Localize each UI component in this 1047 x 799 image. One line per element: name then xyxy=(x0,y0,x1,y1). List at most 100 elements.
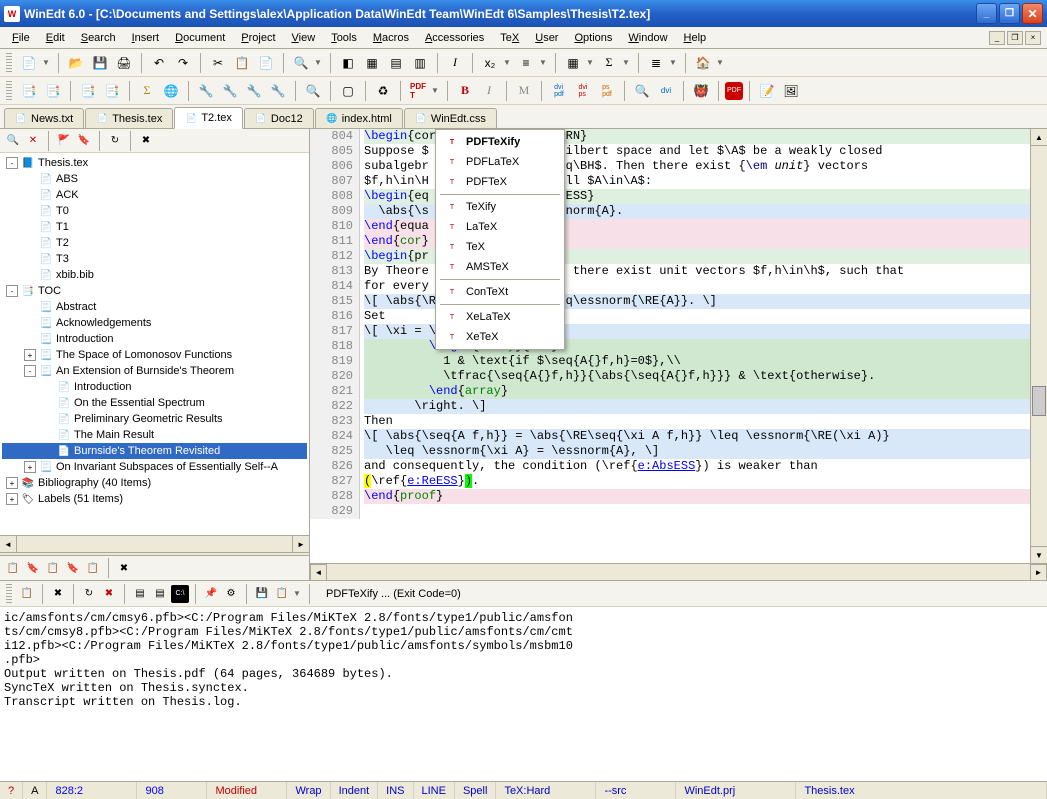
minimize-button[interactable]: _ xyxy=(976,3,997,24)
dropdown-item[interactable]: TTeXify xyxy=(438,197,562,217)
bottom-btn2[interactable]: 🔖 xyxy=(24,559,42,577)
menu-options[interactable]: Options xyxy=(566,30,620,46)
tree-node[interactable]: 📄T0 xyxy=(2,203,307,219)
globe-icon[interactable]: 🌐 xyxy=(160,80,182,102)
toggle1-button[interactable]: ◧ xyxy=(337,52,359,74)
hscroll-left[interactable]: ◄ xyxy=(0,536,17,552)
tree-node[interactable]: 📄T3 xyxy=(2,251,307,267)
dropdown-item[interactable]: TPDFTeXify xyxy=(438,132,562,152)
tree-btn2[interactable]: ✕ xyxy=(24,132,42,150)
mdi-minimize-button[interactable]: _ xyxy=(989,31,1005,45)
image-icon[interactable]: 🖼 xyxy=(780,80,802,102)
console-btn5[interactable]: ▤ xyxy=(151,585,169,603)
toggle2-button[interactable]: ▦ xyxy=(361,52,383,74)
status-line[interactable]: LINE xyxy=(414,782,455,799)
tree-close[interactable]: ✖ xyxy=(137,132,155,150)
tree-node[interactable]: 📄The Main Result xyxy=(2,427,307,443)
menu-tools[interactable]: Tools xyxy=(323,30,365,46)
dropdown-item[interactable]: TXeTeX xyxy=(438,327,562,347)
status-src[interactable]: --src xyxy=(596,782,676,799)
menu-search[interactable]: Search xyxy=(73,30,124,46)
tree-node[interactable]: -📘Thesis.tex xyxy=(2,155,307,171)
vertical-scrollbar[interactable]: ▲ ▼ xyxy=(1030,129,1047,563)
toggle4-button[interactable]: ▥ xyxy=(409,52,431,74)
tree-node[interactable]: 📄On the Essential Spectrum xyxy=(2,395,307,411)
console-opts[interactable]: ⚙ xyxy=(222,585,240,603)
redo-button[interactable]: ↷ xyxy=(172,52,194,74)
console-stop[interactable]: ✖ xyxy=(100,585,118,603)
tree-node[interactable]: 📃Abstract xyxy=(2,299,307,315)
tree-refresh[interactable]: ↻ xyxy=(106,132,124,150)
sub-button[interactable]: x₂ xyxy=(479,52,501,74)
new-button[interactable]: 📄 xyxy=(18,52,40,74)
italic-tex-button[interactable]: I xyxy=(478,80,500,102)
dvi-ps-icon[interactable]: dvips xyxy=(572,80,594,102)
home-button[interactable]: 🏠 xyxy=(692,52,714,74)
tree-node[interactable]: 📄Introduction xyxy=(2,379,307,395)
gs-icon[interactable]: 👹 xyxy=(690,80,712,102)
dropdown-item[interactable]: TLaTeX xyxy=(438,217,562,237)
save-button[interactable]: 💾 xyxy=(89,52,111,74)
status-indent[interactable]: Indent xyxy=(331,782,379,799)
tree-node[interactable]: 📄ABS xyxy=(2,171,307,187)
bold-button[interactable]: B xyxy=(454,80,476,102)
ps-pdf-icon[interactable]: pspdf xyxy=(596,80,618,102)
find-dropdown[interactable]: ▼ xyxy=(314,58,324,67)
horizontal-scrollbar[interactable]: ◄► xyxy=(310,563,1047,580)
console-btn4[interactable]: ▤ xyxy=(131,585,149,603)
editor-icon[interactable]: 📝 xyxy=(756,80,778,102)
hscroll-right[interactable]: ► xyxy=(292,536,309,552)
status-ins[interactable]: INS xyxy=(378,782,413,799)
tex-btn1[interactable]: 📑 xyxy=(18,80,40,102)
status-wrap[interactable]: Wrap xyxy=(287,782,330,799)
menu-macros[interactable]: Macros xyxy=(365,30,417,46)
console-save[interactable]: 💾 xyxy=(253,585,271,603)
dropdown-item[interactable]: TPDFLaTeX xyxy=(438,152,562,172)
tex-btn3[interactable]: 📑 xyxy=(77,80,99,102)
tree-expand-icon[interactable]: - xyxy=(24,365,36,377)
tree-expand-icon[interactable]: + xyxy=(24,349,36,361)
toolbar-grip[interactable] xyxy=(6,81,12,101)
table-button[interactable]: ▦ xyxy=(562,52,584,74)
m-button[interactable]: M xyxy=(513,80,535,102)
console-refresh[interactable]: ↻ xyxy=(80,585,98,603)
doc-tab-3[interactable]: 📄Doc12 xyxy=(244,108,314,128)
print-button[interactable]: 🖨 xyxy=(113,52,135,74)
doc-tab-2[interactable]: 📄T2.tex xyxy=(174,107,243,129)
copy-button[interactable]: 📋 xyxy=(231,52,253,74)
stack-button[interactable]: ≣ xyxy=(645,52,667,74)
status-project[interactable]: WinEdt.prj xyxy=(676,782,796,799)
console-btn1[interactable]: 📋 xyxy=(18,585,36,603)
dvi-pdf-icon[interactable]: dvipdf xyxy=(548,80,570,102)
undo-button[interactable]: ↶ xyxy=(148,52,170,74)
menu-tex[interactable]: TeX xyxy=(492,30,527,46)
dropdown-item[interactable]: TPDFTeX xyxy=(438,172,562,192)
tree-node[interactable]: +📃On Invariant Subspaces of Essentially … xyxy=(2,459,307,475)
doc-tab-1[interactable]: 📄Thesis.tex xyxy=(85,108,173,128)
tree-node[interactable]: 📄Burnside's Theorem Revisited xyxy=(2,443,307,459)
dropdown-item[interactable]: TXeLaTeX xyxy=(438,307,562,327)
editor[interactable]: 804 805 806 807 808 809 810 811 812 813 … xyxy=(310,129,1030,563)
console-copy[interactable]: 📋 xyxy=(273,585,291,603)
tree-node[interactable]: +📃The Space of Lomonosov Functions xyxy=(2,347,307,363)
console-pin[interactable]: 📌 xyxy=(202,585,220,603)
tree-node[interactable]: 📄T2 xyxy=(2,235,307,251)
status-help[interactable]: ? xyxy=(0,782,23,799)
menu-insert[interactable]: Insert xyxy=(124,30,168,46)
pdftexify-dropdown[interactable]: ▼ xyxy=(431,86,441,95)
dvi-search-icon[interactable]: 🔍 xyxy=(631,80,653,102)
pdftexify-button[interactable]: PDFT xyxy=(407,80,429,102)
cut-button[interactable]: ✂ xyxy=(207,52,229,74)
tree-node[interactable]: 📄xbib.bib xyxy=(2,267,307,283)
doc-tab-5[interactable]: 📄WinEdt.css xyxy=(404,108,497,128)
tree-node[interactable]: 📄ACK xyxy=(2,187,307,203)
pdf-icon[interactable]: PDF xyxy=(725,82,743,100)
sigma-icon[interactable]: Σ xyxy=(136,80,158,102)
tree-expand-icon[interactable]: - xyxy=(6,157,18,169)
tree-node[interactable]: -📃An Extension of Burnside's Theorem xyxy=(2,363,307,379)
mdi-restore-button[interactable]: ❐ xyxy=(1007,31,1023,45)
tree-btn1[interactable]: 🔍 xyxy=(4,132,22,150)
bottom-btn5[interactable]: 📋 xyxy=(84,559,102,577)
tex-tool4[interactable]: 🔧 xyxy=(267,80,289,102)
tree-flag[interactable]: 🚩 xyxy=(55,132,73,150)
